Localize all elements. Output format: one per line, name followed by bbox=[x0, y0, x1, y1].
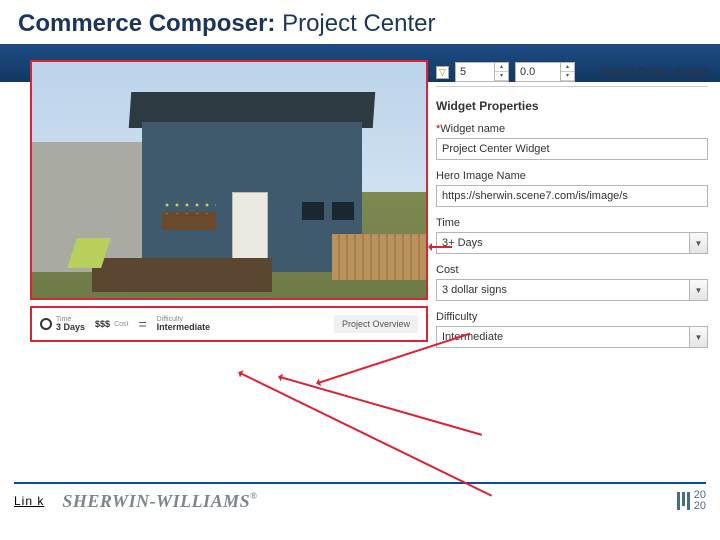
cost-label: Cost bbox=[436, 264, 708, 276]
title-bold: Commerce Composer: bbox=[18, 10, 275, 37]
weight-stepper[interactable]: 0.0 ▴▾ bbox=[515, 62, 575, 82]
m2020-logo: 20 20 bbox=[677, 490, 706, 512]
arrow-hero bbox=[430, 246, 452, 248]
metric-cost: $$$ Cost bbox=[95, 319, 128, 329]
metric-difficulty-value: Intermediate bbox=[157, 323, 211, 333]
expand-toggle[interactable]: ▽ bbox=[436, 66, 449, 79]
chevron-down-icon: ▼ bbox=[689, 233, 707, 253]
column-value: 5 bbox=[460, 66, 466, 78]
m-icon bbox=[677, 492, 690, 510]
metric-difficulty: Difficulty Intermediate bbox=[157, 316, 211, 333]
stepper-icon[interactable]: ▴▾ bbox=[494, 63, 508, 81]
page-title: Commerce Composer: Project Center bbox=[0, 0, 720, 46]
chevron-down-icon: ▼ bbox=[689, 280, 707, 300]
metric-time: Time 3 Days bbox=[40, 316, 85, 333]
time-select[interactable]: 3+ Days ▼ bbox=[436, 232, 708, 254]
column-stepper[interactable]: 5 ▴▾ bbox=[455, 62, 509, 82]
panel-top-row: ▽ 5 ▴▾ 0.0 ▴▾ Project Center Widget bbox=[436, 60, 708, 87]
field-difficulty: Difficulty Intermediate ▼ bbox=[436, 311, 708, 348]
widget-name-input[interactable]: Project Center Widget bbox=[436, 138, 708, 160]
widget-name-label: Widget name bbox=[440, 123, 505, 135]
chevron-down-icon: ▼ bbox=[689, 327, 707, 347]
difficulty-label: Difficulty bbox=[436, 311, 708, 323]
field-widget-name: *Widget name Project Center Widget bbox=[436, 123, 708, 160]
hero-image-input[interactable]: https://sherwin.scene7.com/is/image/s bbox=[436, 185, 708, 207]
equals-icon: = bbox=[138, 316, 146, 332]
difficulty-value: Intermediate bbox=[442, 331, 503, 343]
properties-panel: ▽ 5 ▴▾ 0.0 ▴▾ Project Center Widget Widg… bbox=[436, 60, 708, 358]
footer-link[interactable]: Lin k bbox=[14, 494, 44, 508]
cost-value: 3 dollar signs bbox=[442, 284, 507, 296]
project-overview-button[interactable]: Project Overview bbox=[334, 315, 418, 333]
preview-pane: Time 3 Days $$$ Cost = Difficulty Interm… bbox=[30, 60, 428, 358]
cost-select[interactable]: 3 dollar signs ▼ bbox=[436, 279, 708, 301]
weight-value: 0.0 bbox=[520, 66, 535, 78]
logo-year-bottom: 20 bbox=[694, 501, 706, 512]
metrics-bar: Time 3 Days $$$ Cost = Difficulty Interm… bbox=[30, 306, 428, 342]
footer: Lin k SHERWIN-WILLIAMS® 20 20 bbox=[14, 482, 706, 512]
stepper-icon[interactable]: ▴▾ bbox=[560, 63, 574, 81]
metric-cost-value: $$$ bbox=[95, 319, 110, 329]
hero-image bbox=[30, 60, 428, 300]
metric-time-value: 3 Days bbox=[56, 323, 85, 333]
difficulty-select[interactable]: Intermediate ▼ bbox=[436, 326, 708, 348]
clock-icon bbox=[40, 318, 52, 330]
field-time: Time 3+ Days ▼ bbox=[436, 217, 708, 254]
metric-cost-label: Cost bbox=[114, 321, 128, 328]
field-cost: Cost 3 dollar signs ▼ bbox=[436, 264, 708, 301]
hero-image-label: Hero Image Name bbox=[436, 170, 708, 182]
arrow-difficulty bbox=[240, 372, 493, 497]
widget-row-name: Project Center Widget bbox=[600, 66, 708, 78]
field-hero-image: Hero Image Name https://sherwin.scene7.c… bbox=[436, 170, 708, 207]
title-regular: Project Center bbox=[275, 10, 435, 37]
brand-logo: SHERWIN-WILLIAMS® bbox=[62, 491, 257, 512]
time-label: Time bbox=[436, 217, 708, 229]
properties-heading: Widget Properties bbox=[436, 99, 708, 113]
